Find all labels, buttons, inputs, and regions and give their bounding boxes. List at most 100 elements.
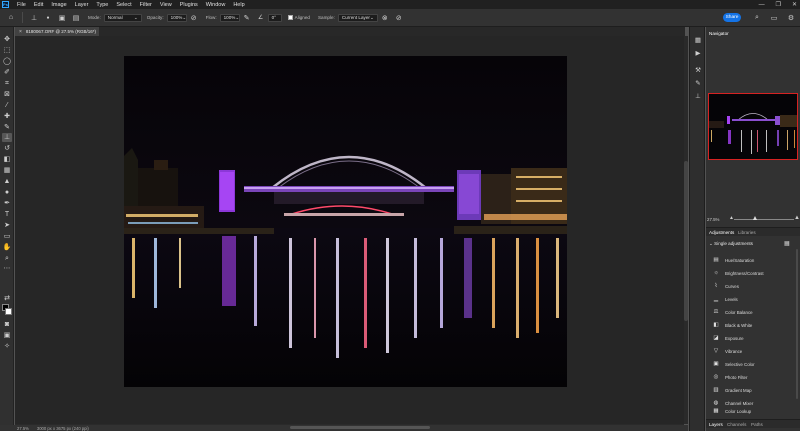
document-tab[interactable]: × 8180067.ORF @ 27.5% (RGB/16*) xyxy=(15,27,99,36)
menu-type[interactable]: Type xyxy=(92,2,112,8)
horizontal-scrollbar-thumb[interactable] xyxy=(290,426,430,429)
pen-tool-icon[interactable]: ✒ xyxy=(2,199,12,208)
sample-dropdown[interactable]: Current Layer ⌄ xyxy=(337,13,378,22)
crop-tool-icon[interactable]: ⌗ xyxy=(2,79,12,88)
document-image[interactable] xyxy=(124,56,567,387)
clone-source-panel-icon[interactable]: ⊥ xyxy=(693,91,703,101)
generative-icon[interactable]: ✧ xyxy=(2,342,12,351)
eyedropper-tool-icon[interactable]: ⁄ xyxy=(2,101,12,110)
vertical-scrollbar-thumb[interactable] xyxy=(684,161,688,321)
brushes-panel-icon[interactable]: ✎ xyxy=(693,78,703,88)
layers-tab[interactable]: Layers xyxy=(709,422,723,427)
minimize-button[interactable]: — xyxy=(759,2,765,8)
status-zoom[interactable]: 27.5% xyxy=(17,426,29,431)
search-icon[interactable]: ⌕ xyxy=(752,13,762,23)
menu-filter[interactable]: Filter xyxy=(136,2,156,8)
adjustments-tab[interactable]: Adjustments xyxy=(709,230,734,235)
menu-file[interactable]: File xyxy=(13,2,30,8)
clone-stamp-tool-icon[interactable]: ⊥ xyxy=(2,133,12,142)
dodge-tool-icon[interactable]: ● xyxy=(2,188,12,197)
menu-image[interactable]: Image xyxy=(47,2,70,8)
flow-field[interactable]: 100% ⌄ xyxy=(219,13,240,22)
paths-tab[interactable]: Paths xyxy=(751,422,763,427)
aligned-checkbox[interactable] xyxy=(287,15,293,20)
adjustment-curves[interactable]: ⌇ Curves xyxy=(712,281,739,291)
zoom-in-icon[interactable]: ▲ xyxy=(794,215,800,221)
adjustment-levels[interactable]: ▁ Levels xyxy=(712,294,738,304)
properties-panel-icon[interactable]: ⚒ xyxy=(693,65,703,75)
menu-layer[interactable]: Layer xyxy=(71,2,93,8)
ignore-adjustment-layers-icon[interactable]: ⊗ xyxy=(380,13,390,23)
zoom-tool-icon[interactable]: ⌕ xyxy=(2,254,12,263)
adjustments-scrollbar[interactable] xyxy=(796,249,798,399)
single-adjustments-header[interactable]: ⌄ Single adjustments xyxy=(709,241,753,247)
rectangle-tool-icon[interactable]: ▭ xyxy=(2,232,12,241)
menu-plugins[interactable]: Plugins xyxy=(176,2,202,8)
background-color-swatch[interactable] xyxy=(5,308,12,315)
menu-help[interactable]: Help xyxy=(229,2,248,8)
libraries-tab[interactable]: Libraries xyxy=(738,230,756,235)
pressure-size-icon[interactable]: ⊘ xyxy=(394,13,404,23)
navigator-tab[interactable]: Navigator xyxy=(709,31,729,36)
brush-settings-icon[interactable]: ▣ xyxy=(57,13,67,23)
actions-panel-icon[interactable]: ▶ xyxy=(693,48,703,58)
screen-mode-icon[interactable]: ▣ xyxy=(2,331,12,340)
menu-view[interactable]: View xyxy=(156,2,176,8)
opacity-field[interactable]: 100% ⌄ xyxy=(166,13,187,22)
adjustment-selective-color[interactable]: ▣ Selective Color xyxy=(712,359,754,369)
navigator-zoom-value[interactable]: 27.5% xyxy=(707,217,719,222)
grid-view-icon[interactable]: ▦ xyxy=(784,240,790,247)
history-panel-icon[interactable]: ▦ xyxy=(693,35,703,45)
adjustment-color-lookup[interactable]: ▦ Color Lookup xyxy=(712,406,751,416)
brush-tool-icon[interactable]: ✎ xyxy=(2,123,12,132)
adjustment-hue-saturation[interactable]: ▤ Hue/Saturation xyxy=(712,255,754,265)
mode-dropdown[interactable]: Normal ⌄ xyxy=(103,13,142,22)
menu-edit[interactable]: Edit xyxy=(30,2,47,8)
close-tab-icon[interactable]: × xyxy=(19,29,22,35)
more-tools-icon[interactable]: ⋯ xyxy=(2,264,12,273)
maximize-button[interactable]: ❐ xyxy=(776,1,781,8)
swap-colors-icon[interactable]: ⇄ xyxy=(2,294,12,303)
share-button[interactable]: Share xyxy=(723,13,741,22)
adjustment-brightness-contrast[interactable]: ☼ Brightness/Contrast xyxy=(712,268,763,278)
pressure-opacity-icon[interactable]: ⊘ xyxy=(189,13,199,23)
brush-size-icon[interactable]: ● xyxy=(43,13,53,23)
quick-selection-tool-icon[interactable]: ✐ xyxy=(2,68,12,77)
channels-tab[interactable]: Channels xyxy=(727,422,746,427)
adjustment-gradient-map[interactable]: ▥ Gradient Map xyxy=(712,385,751,395)
navigator-zoom-slider-handle[interactable] xyxy=(753,216,757,220)
hand-tool-icon[interactable]: ✋ xyxy=(2,243,12,252)
adjustment-photo-filter[interactable]: ◎ Photo Filter xyxy=(712,372,748,382)
type-tool-icon[interactable]: T xyxy=(2,210,12,219)
navigator-thumbnail[interactable] xyxy=(708,93,798,160)
home-icon[interactable]: ⌂ xyxy=(6,13,16,23)
adjustment-exposure[interactable]: ◪ Exposure xyxy=(712,333,743,343)
adjustment-black-white[interactable]: ◧ Black & White xyxy=(712,320,752,330)
angle-field[interactable]: 0° xyxy=(267,13,282,22)
frame-tool-icon[interactable]: ⊠ xyxy=(2,90,12,99)
gradient-tool-icon[interactable]: ▦ xyxy=(2,166,12,175)
move-tool-icon[interactable]: ✥ xyxy=(2,35,12,44)
airbrush-icon[interactable]: ✎ xyxy=(242,13,252,23)
zoom-out-icon[interactable]: ▲ xyxy=(729,215,734,221)
clone-stamp-preset-icon[interactable]: ⊥ xyxy=(29,13,39,23)
close-window-button[interactable]: ✕ xyxy=(792,1,797,8)
adjustment-color-balance[interactable]: ⚖ Color Balance xyxy=(712,307,753,317)
menu-select[interactable]: Select xyxy=(112,2,135,8)
gear-icon[interactable]: ⚙ xyxy=(786,13,796,23)
lasso-tool-icon[interactable]: ◯ xyxy=(2,57,12,66)
history-brush-tool-icon[interactable]: ↺ xyxy=(2,144,12,153)
healing-brush-tool-icon[interactable]: ✚ xyxy=(2,112,12,121)
quick-mask-icon[interactable]: ◙ xyxy=(2,320,12,329)
clone-source-icon[interactable]: ▤ xyxy=(71,13,81,23)
navigator-zoom-slider[interactable] xyxy=(734,219,794,220)
blur-tool-icon[interactable]: ▲ xyxy=(2,177,12,186)
vertical-scrollbar[interactable] xyxy=(684,36,688,424)
marquee-tool-icon[interactable]: ⬚ xyxy=(2,46,12,55)
navigator-view-box[interactable] xyxy=(708,93,798,160)
workspace-icon[interactable]: ▭ xyxy=(769,13,779,23)
path-selection-tool-icon[interactable]: ➤ xyxy=(2,221,12,230)
menu-window[interactable]: Window xyxy=(202,2,230,8)
adjustment-vibrance[interactable]: ▽ Vibrance xyxy=(712,346,742,356)
eraser-tool-icon[interactable]: ◧ xyxy=(2,155,12,164)
